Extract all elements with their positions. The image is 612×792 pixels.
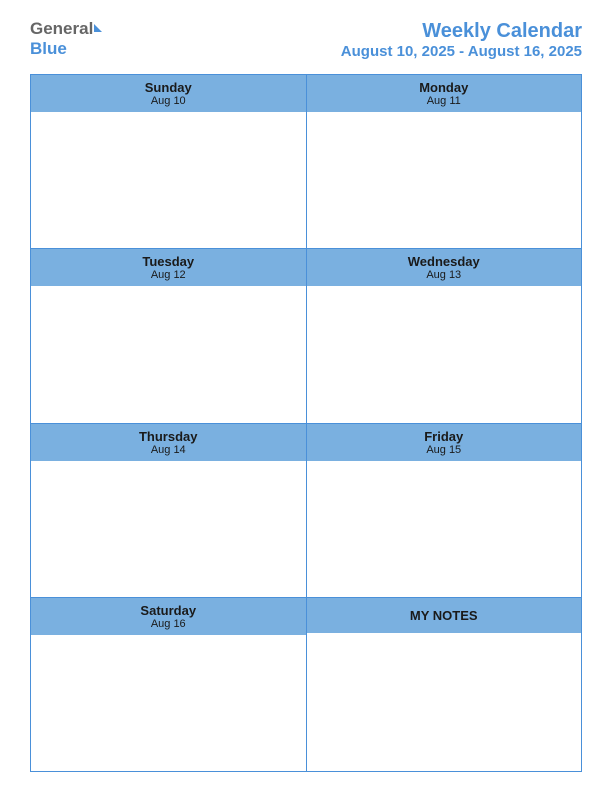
logo-area: General Blue bbox=[30, 20, 102, 59]
calendar-grid: Sunday Aug 10 Monday Aug 11 Tuesday Aug … bbox=[30, 74, 582, 772]
logo-general-text: General bbox=[30, 20, 93, 39]
sunday-body bbox=[31, 112, 306, 248]
friday-name: Friday bbox=[307, 429, 582, 444]
cell-thursday: Thursday Aug 14 bbox=[31, 424, 307, 597]
calendar-row-4: Saturday Aug 16 MY NOTES bbox=[31, 598, 581, 771]
sunday-name: Sunday bbox=[31, 80, 306, 95]
thursday-name: Thursday bbox=[31, 429, 306, 444]
friday-date: Aug 15 bbox=[307, 444, 582, 456]
thursday-body bbox=[31, 461, 306, 597]
title-area: Weekly Calendar August 10, 2025 - August… bbox=[341, 20, 582, 60]
saturday-name: Saturday bbox=[31, 603, 306, 618]
cell-tuesday: Tuesday Aug 12 bbox=[31, 249, 307, 422]
saturday-date: Aug 16 bbox=[31, 618, 306, 630]
thursday-date: Aug 14 bbox=[31, 444, 306, 456]
cell-friday: Friday Aug 15 bbox=[307, 424, 582, 597]
wednesday-body bbox=[307, 286, 582, 422]
notes-header: MY NOTES bbox=[307, 598, 582, 633]
calendar-row-2: Tuesday Aug 12 Wednesday Aug 13 bbox=[31, 249, 581, 423]
wednesday-header: Wednesday Aug 13 bbox=[307, 249, 582, 286]
thursday-header: Thursday Aug 14 bbox=[31, 424, 306, 461]
monday-header: Monday Aug 11 bbox=[307, 75, 582, 112]
saturday-body bbox=[31, 635, 306, 771]
notes-body bbox=[307, 633, 582, 771]
page: General Blue Weekly Calendar August 10, … bbox=[0, 0, 612, 792]
monday-name: Monday bbox=[307, 80, 582, 95]
friday-header: Friday Aug 15 bbox=[307, 424, 582, 461]
cell-monday: Monday Aug 11 bbox=[307, 75, 582, 248]
calendar-row-1: Sunday Aug 10 Monday Aug 11 bbox=[31, 75, 581, 249]
cell-saturday: Saturday Aug 16 bbox=[31, 598, 307, 771]
saturday-header: Saturday Aug 16 bbox=[31, 598, 306, 635]
friday-body bbox=[307, 461, 582, 597]
monday-date: Aug 11 bbox=[307, 95, 582, 107]
cell-wednesday: Wednesday Aug 13 bbox=[307, 249, 582, 422]
cell-notes: MY NOTES bbox=[307, 598, 582, 771]
wednesday-date: Aug 13 bbox=[307, 269, 582, 281]
calendar-title: Weekly Calendar bbox=[341, 20, 582, 43]
monday-body bbox=[307, 112, 582, 248]
sunday-date: Aug 10 bbox=[31, 95, 306, 107]
tuesday-name: Tuesday bbox=[31, 254, 306, 269]
cell-sunday: Sunday Aug 10 bbox=[31, 75, 307, 248]
header: General Blue Weekly Calendar August 10, … bbox=[30, 20, 582, 60]
sunday-header: Sunday Aug 10 bbox=[31, 75, 306, 112]
calendar-date-range: August 10, 2025 - August 16, 2025 bbox=[341, 43, 582, 60]
tuesday-header: Tuesday Aug 12 bbox=[31, 249, 306, 286]
tuesday-body bbox=[31, 286, 306, 422]
tuesday-date: Aug 12 bbox=[31, 269, 306, 281]
logo-blue-text: Blue bbox=[30, 39, 67, 58]
calendar-row-3: Thursday Aug 14 Friday Aug 15 bbox=[31, 424, 581, 598]
logo-triangle-icon bbox=[94, 24, 102, 32]
wednesday-name: Wednesday bbox=[307, 254, 582, 269]
notes-label: MY NOTES bbox=[410, 608, 478, 623]
